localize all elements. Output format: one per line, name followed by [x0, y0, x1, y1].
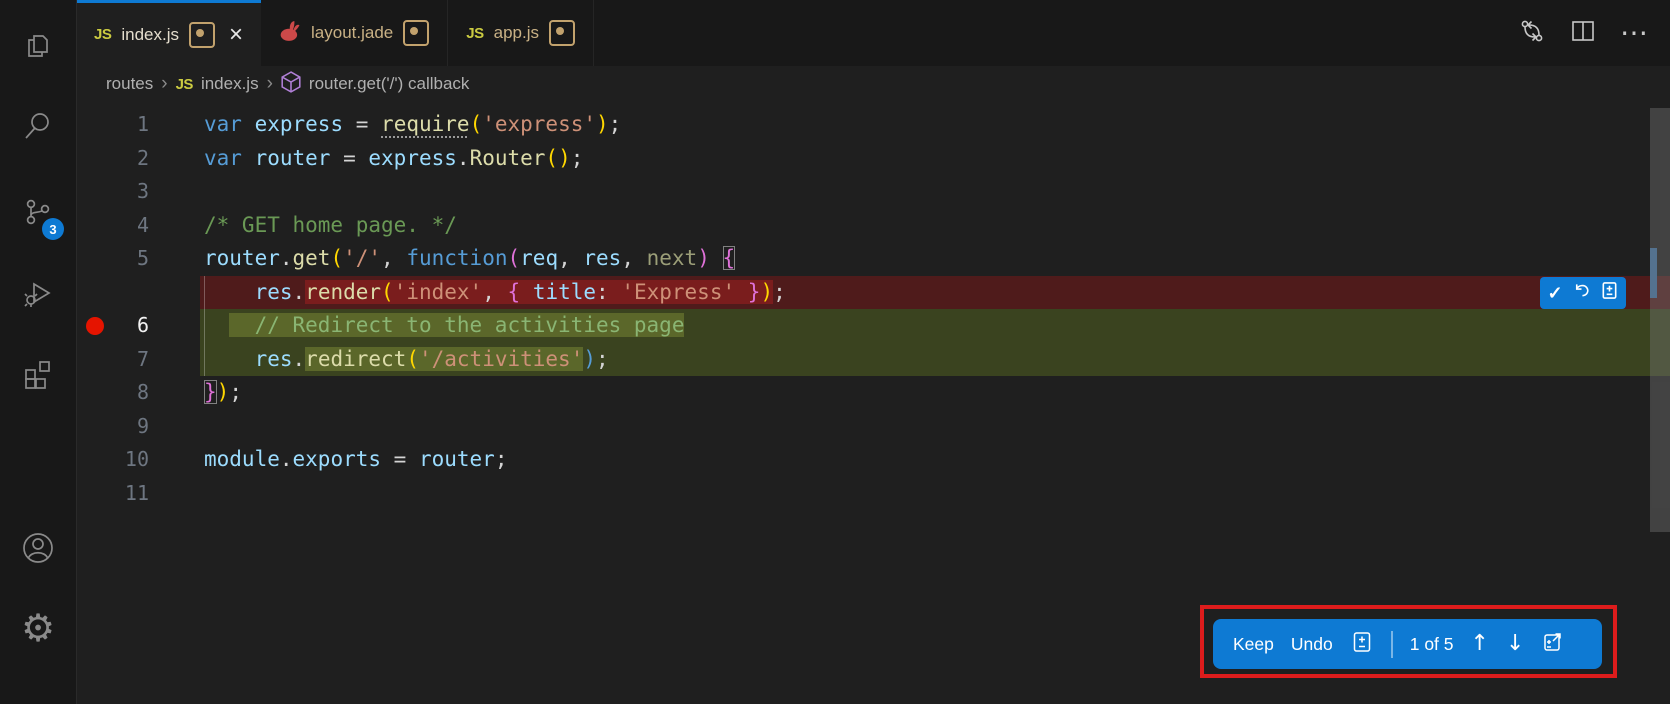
- tab-index-js[interactable]: JS index.js ×: [76, 0, 261, 66]
- accounts-icon[interactable]: [0, 516, 76, 580]
- symbol-method-icon: [281, 71, 301, 98]
- breadcrumb: routes › JS index.js › router.get('/') c…: [76, 66, 1670, 102]
- keep-button[interactable]: Keep: [1233, 634, 1274, 655]
- chevron-right-icon: ›: [267, 73, 273, 95]
- javascript-file-icon: JS: [176, 76, 193, 93]
- source-control-icon[interactable]: 3: [0, 180, 76, 244]
- editor-actions: ⋯: [1518, 0, 1670, 66]
- edits-review-toolbar: Keep Undo 1 of 5 ↑ ↓: [1213, 619, 1602, 669]
- tab-title: app.js: [494, 23, 539, 43]
- toggle-diff-icon[interactable]: [1600, 281, 1619, 305]
- breadcrumb-file[interactable]: index.js: [201, 74, 259, 94]
- tab-bar: JS index.js × layout.jade JS app.js: [76, 0, 1670, 66]
- chevron-right-icon: ›: [161, 73, 167, 95]
- indent-guide: [204, 276, 205, 376]
- code-line[interactable]: module.exports = router;: [200, 443, 1670, 477]
- modified-indicator-icon[interactable]: [549, 20, 575, 46]
- jade-file-icon: [279, 20, 301, 47]
- breadcrumb-folder[interactable]: routes: [106, 74, 153, 94]
- code-line[interactable]: var router = express.Router();: [200, 142, 1670, 176]
- annotation-rectangle: Keep Undo 1 of 5 ↑ ↓: [1200, 605, 1617, 678]
- code-line[interactable]: /* GET home page. */: [200, 209, 1670, 243]
- accept-change-icon[interactable]: ✓: [1547, 284, 1562, 302]
- close-tab-icon[interactable]: ×: [229, 23, 243, 47]
- vertical-scrollbar[interactable]: [1650, 108, 1670, 532]
- source-control-badge: 3: [42, 218, 64, 240]
- code-line[interactable]: [200, 477, 1670, 511]
- explorer-icon[interactable]: [0, 14, 76, 78]
- modified-indicator-icon[interactable]: [189, 22, 215, 48]
- divider: [1391, 631, 1393, 658]
- search-icon[interactable]: [0, 94, 76, 158]
- open-changes-file-icon[interactable]: [1541, 630, 1565, 659]
- javascript-file-icon: JS: [94, 26, 111, 43]
- code-line[interactable]: res.redirect('/activities');: [200, 343, 1670, 377]
- change-counter: 1 of 5: [1410, 634, 1454, 655]
- activity-bar: 3 ⚙: [0, 0, 77, 704]
- code-line[interactable]: var express = require('express');: [200, 108, 1670, 142]
- discard-change-icon[interactable]: [1572, 281, 1591, 305]
- toggle-diff-icon[interactable]: [1350, 630, 1374, 659]
- tab-app-js[interactable]: JS app.js: [448, 0, 594, 66]
- next-change-icon[interactable]: ↓: [1506, 633, 1524, 655]
- previous-change-icon[interactable]: ↑: [1471, 633, 1489, 655]
- code-line[interactable]: [200, 175, 1670, 209]
- javascript-file-icon: JS: [466, 25, 483, 42]
- extensions-icon[interactable]: [0, 342, 76, 406]
- open-changes-icon[interactable]: [1518, 17, 1546, 50]
- settings-gear-icon[interactable]: ⚙: [0, 596, 76, 660]
- modified-indicator-icon[interactable]: [403, 20, 429, 46]
- code-line[interactable]: });: [200, 376, 1670, 410]
- run-debug-icon[interactable]: [0, 262, 76, 326]
- code-line[interactable]: router.get('/', function(req, res, next)…: [200, 242, 1670, 276]
- breadcrumb-symbol[interactable]: router.get('/') callback: [309, 74, 470, 94]
- tab-title: index.js: [121, 25, 179, 45]
- more-actions-icon[interactable]: ⋯: [1620, 19, 1648, 47]
- code-lines: var express = require('express');var rou…: [200, 108, 1670, 510]
- split-editor-icon[interactable]: [1570, 18, 1596, 49]
- inline-diff-actions: ✓: [1540, 277, 1626, 309]
- code-line[interactable]: [200, 410, 1670, 444]
- code-line[interactable]: // Redirect to the activities page: [200, 309, 1670, 343]
- tab-title: layout.jade: [311, 23, 393, 43]
- undo-button[interactable]: Undo: [1291, 634, 1333, 655]
- code-line[interactable]: res.render('index', { title: 'Express' }…: [200, 276, 1670, 310]
- breakpoint-dot[interactable]: [86, 317, 104, 335]
- tab-layout-jade[interactable]: layout.jade: [261, 0, 448, 66]
